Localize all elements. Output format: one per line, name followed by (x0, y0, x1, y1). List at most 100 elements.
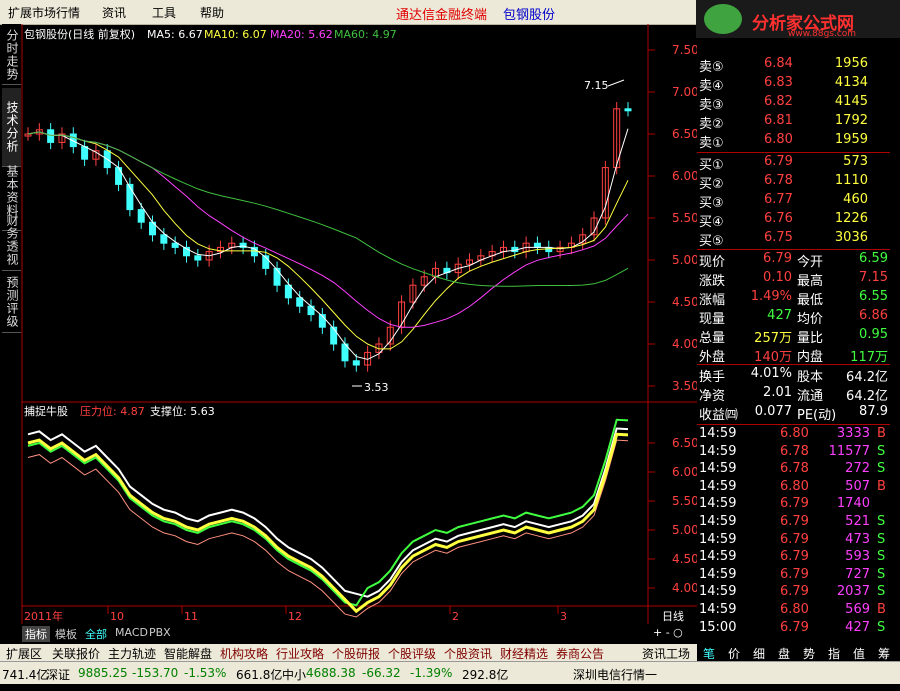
tab-indicator[interactable]: 指标 (22, 626, 50, 642)
func-news[interactable]: 个股资讯 (444, 645, 492, 662)
indicator-line (27, 439, 629, 618)
rtab-bi[interactable]: 笔 (703, 645, 715, 662)
candles (24, 102, 632, 372)
kline-chart[interactable]: 7.50 7.00 6.50 6.00 5.50 5.00 4.50 4.00 3.50 6.5… (0, 24, 697, 624)
bid-price: 6.76 (764, 211, 793, 226)
candle-body (194, 255, 202, 261)
quote-value: 6.55 (859, 289, 888, 304)
ind-tick-label: 5.50 (672, 494, 697, 508)
rtab-jia[interactable]: 价 (728, 645, 740, 662)
func-industry[interactable]: 行业攻略 (276, 645, 324, 662)
func-rating[interactable]: 个股评级 (388, 645, 436, 662)
ask-price: 6.80 (764, 132, 793, 147)
quote-value: 0.95 (859, 327, 888, 342)
func-ext[interactable]: 扩展区 (6, 645, 42, 662)
func-related[interactable]: 关联报价 (52, 645, 100, 662)
status-zx-chg: -66.32 (362, 666, 401, 680)
quote-value: 117万 (850, 350, 888, 365)
menu-item-help[interactable]: 帮助 (200, 4, 224, 21)
candle-body (115, 167, 123, 185)
func-analysis[interactable]: 智能解盘 (164, 645, 212, 662)
tick-price: 6.79 (780, 549, 809, 565)
period-label: 日线 (662, 609, 684, 623)
func-broker[interactable]: 券商公告 (556, 645, 604, 662)
tick-price: 6.79 (780, 531, 809, 547)
func-org[interactable]: 机构攻略 (220, 645, 268, 662)
ma20-label: MA20: 5.62 (270, 28, 333, 41)
quote-label: 最高 (797, 274, 824, 289)
ask-volume: 1792 (834, 113, 868, 128)
menu-item-tools[interactable]: 工具 (152, 4, 176, 21)
tick-time: 14:59 (699, 426, 737, 441)
panel-separator (697, 364, 890, 365)
tick-side: B (877, 478, 886, 494)
stat-value: 87.9 (859, 404, 888, 419)
rtab-zhi2[interactable]: 值 (853, 645, 865, 662)
bid-label: 买② (699, 177, 724, 192)
ask-label: 卖① (699, 136, 724, 151)
rtab-shi[interactable]: 势 (803, 645, 815, 662)
candle-body (352, 360, 360, 366)
date-tick-label: 10 (110, 610, 124, 623)
tab-pbx[interactable]: PBX (146, 626, 174, 642)
tick-side: S (877, 566, 886, 582)
func-report[interactable]: 个股研报 (332, 645, 380, 662)
candle-body (160, 234, 168, 244)
quote-value: 1.49% (750, 289, 792, 304)
tick-volume: 473 (845, 531, 870, 547)
quote-value: 7.15 (859, 270, 888, 285)
high-label: 7.15 (584, 79, 609, 92)
ind-tick-label: 6.00 (672, 465, 697, 479)
tick-volume: 521 (845, 514, 870, 529)
tick-side: S (877, 619, 886, 635)
ind-tick-label: 5.00 (672, 523, 697, 537)
chart-stock-name: 包钢股份(日线 前复权) (24, 27, 135, 41)
func-workshop[interactable]: 资讯工场 (642, 645, 690, 662)
tick-side: S (877, 584, 886, 600)
candle-body (330, 326, 338, 345)
menu-item-news[interactable]: 资讯 (102, 4, 126, 21)
candle-body (533, 242, 541, 248)
quote-label: 涨跌 (699, 274, 726, 289)
menu-item-market[interactable]: 扩展市场行情 (8, 4, 80, 21)
candle-body (81, 146, 89, 160)
tick-time: 15:00 (699, 619, 737, 635)
func-select[interactable]: 财经精选 (500, 645, 548, 662)
tick-side: B (877, 602, 886, 617)
quote-value: 140万 (754, 350, 792, 365)
rtab-xi[interactable]: 细 (753, 645, 765, 662)
rtab-pan[interactable]: 盘 (778, 645, 790, 662)
tab-template[interactable]: 模板 (52, 626, 80, 642)
indicator-lines (27, 418, 629, 618)
tick-time: 14:59 (699, 478, 737, 494)
rtab-zhi[interactable]: 指 (828, 645, 840, 662)
bid-price: 6.79 (764, 154, 793, 169)
quote-label: 均价 (797, 312, 824, 327)
quote-value: 6.79 (763, 251, 792, 266)
quote-value: 6.59 (859, 251, 888, 266)
tick-time: 14:59 (699, 602, 737, 617)
bid-volume: 573 (843, 154, 868, 169)
quote-label: 内盘 (797, 350, 824, 365)
func-main[interactable]: 主力轨迹 (108, 645, 156, 662)
app-title: 通达信金融终端 (396, 8, 488, 23)
support-label: 支撑位: 5.63 (150, 404, 215, 418)
ind-tick-label: 6.50 (672, 436, 697, 450)
bid-label: 买③ (699, 196, 724, 211)
indicator-line (27, 427, 629, 598)
ask-volume: 4134 (834, 75, 868, 90)
tick-price: 6.79 (780, 496, 809, 512)
tick-volume: 569 (845, 602, 870, 617)
tick-price: 6.79 (780, 566, 809, 582)
ma5-label: MA5: 6.67 (147, 28, 203, 41)
rtab-chou[interactable]: 筹 (878, 645, 890, 662)
zoom-controls[interactable]: + - ○ (650, 626, 686, 642)
price-tick-label: 5.00 (672, 253, 697, 267)
tab-all[interactable]: 全部 (82, 626, 110, 642)
indicator-axis: 6.50 6.00 5.50 5.00 4.50 4.00 (648, 436, 697, 595)
tick-volume: 11577 (828, 443, 870, 459)
status-amount-sh: 741.4亿 (2, 668, 49, 682)
tick-volume: 272 (845, 461, 870, 477)
candle-body (171, 242, 179, 248)
stat-label: 净资 (699, 389, 726, 404)
